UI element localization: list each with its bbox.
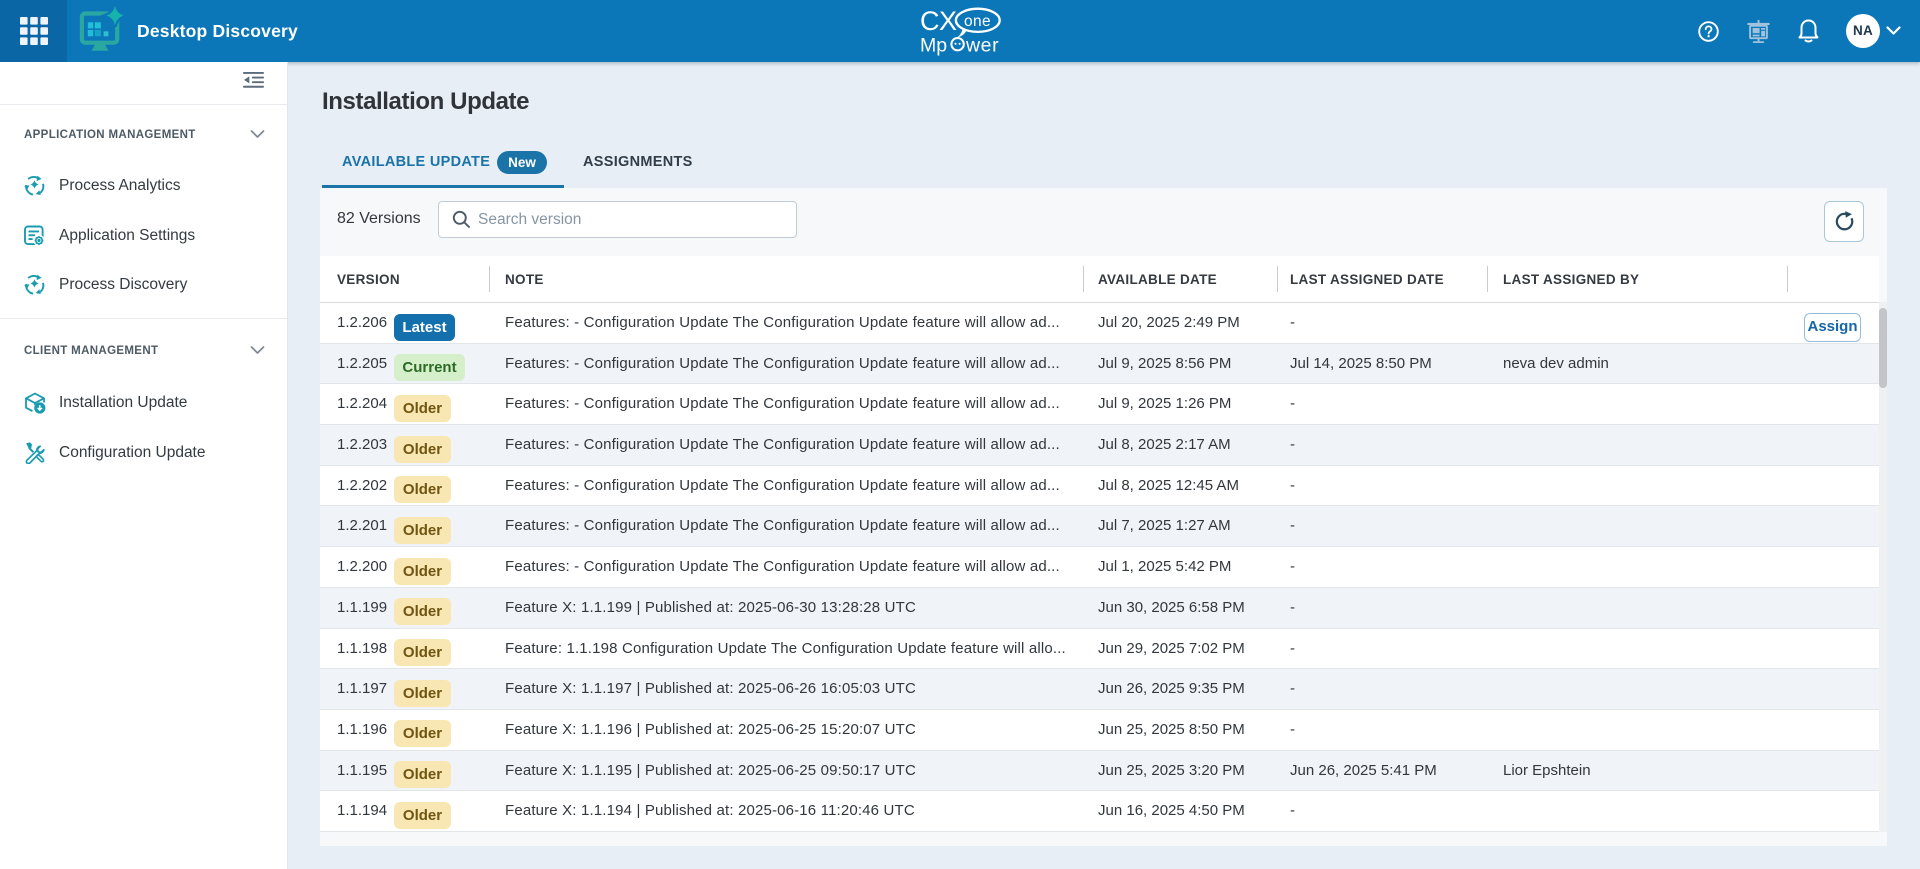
svg-text:CX: CX — [920, 6, 957, 36]
svg-text:Mp: Mp — [920, 34, 947, 56]
svg-text:one: one — [964, 13, 991, 30]
svg-text:wer: wer — [965, 34, 999, 56]
